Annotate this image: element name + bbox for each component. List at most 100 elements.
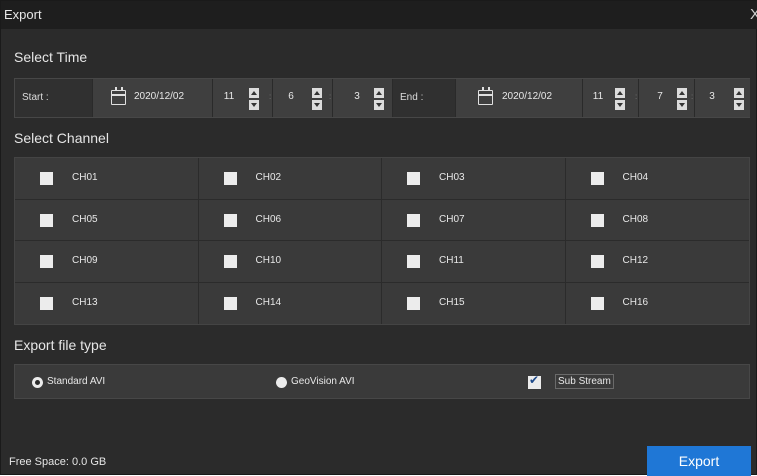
channel-checkbox[interactable] — [590, 255, 604, 268]
channel-label: CH11 — [439, 255, 464, 266]
channel-checkbox[interactable] — [407, 172, 420, 185]
channel-checkbox[interactable] — [590, 213, 604, 227]
channel-checkbox[interactable] — [407, 213, 420, 227]
channel-item[interactable]: CH07 — [382, 199, 566, 241]
channel-label: CH06 — [255, 213, 282, 225]
channel-item[interactable]: CH15 — [382, 282, 566, 324]
channel-label: CH04 — [622, 172, 649, 183]
channel-item[interactable]: CH13 — [15, 282, 199, 324]
channel-label: CH03 — [439, 172, 465, 183]
end-minute-spinner[interactable] — [677, 88, 687, 110]
start-second-value: 3 — [354, 91, 360, 102]
export-button[interactable]: Export — [647, 446, 751, 476]
time-range-row: Start : 2020/12/02 11 : 6 : 3 End : 2020… — [14, 78, 750, 118]
channel-checkbox[interactable] — [40, 213, 53, 227]
channel-checkbox[interactable] — [407, 255, 420, 268]
channel-label: CH01 — [72, 172, 98, 183]
end-minute-stepper[interactable]: : 7 — [635, 79, 695, 117]
channel-item[interactable]: CH09 — [15, 241, 199, 283]
select-time-heading: Select Time — [14, 49, 88, 65]
channel-label: CH12 — [622, 255, 649, 266]
channel-label: CH13 — [72, 296, 98, 308]
start-date-value: 2020/12/02 — [134, 91, 185, 102]
start-second-spinner[interactable] — [374, 88, 384, 110]
end-date-picker[interactable]: 2020/12/02 — [455, 79, 583, 117]
channel-checkbox[interactable] — [590, 172, 604, 185]
geovision-avi-radio[interactable] — [276, 377, 287, 388]
channel-checkbox[interactable] — [40, 296, 53, 310]
channel-item[interactable]: CH01 — [15, 158, 199, 200]
start-minute-stepper[interactable]: : 6 — [269, 79, 333, 117]
channel-checkbox[interactable] — [223, 296, 237, 310]
channel-label: CH09 — [72, 255, 98, 266]
arrow-down-icon[interactable] — [249, 100, 259, 110]
calendar-icon — [111, 87, 126, 105]
end-minute-value: 7 — [657, 91, 663, 102]
channel-item[interactable]: CH12 — [565, 241, 749, 283]
channel-label: CH15 — [439, 296, 465, 308]
start-hour-stepper[interactable]: 11 — [213, 79, 273, 117]
channel-checkbox[interactable] — [590, 296, 604, 310]
arrow-down-icon[interactable] — [677, 100, 687, 110]
sub-stream-checkbox[interactable]: ✔ — [528, 373, 541, 389]
time-separator: : — [635, 92, 638, 101]
channel-item[interactable]: CH02 — [198, 158, 382, 200]
sub-stream-label: Sub Stream — [555, 374, 614, 389]
arrow-up-icon[interactable] — [677, 88, 687, 98]
arrow-up-icon[interactable] — [374, 88, 384, 98]
calendar-icon — [478, 87, 493, 105]
arrow-down-icon[interactable] — [374, 100, 384, 110]
export-type-row: Standard AVI GeoVision AVI ✔ Sub Stream — [14, 364, 750, 399]
channel-item[interactable]: CH14 — [198, 282, 382, 324]
channel-item[interactable]: CH16 — [565, 282, 749, 324]
channel-label: CH10 — [255, 255, 282, 266]
export-type-heading: Export file type — [14, 337, 107, 353]
arrow-up-icon[interactable] — [249, 88, 259, 98]
select-channel-heading: Select Channel — [14, 130, 109, 146]
channel-checkbox[interactable] — [40, 172, 53, 185]
channel-item[interactable]: CH11 — [382, 241, 566, 283]
channel-label: CH16 — [622, 296, 649, 308]
channel-item[interactable]: CH10 — [198, 241, 382, 283]
geovision-avi-label: GeoVision AVI — [291, 376, 355, 387]
end-second-stepper[interactable]: : 3 — [691, 79, 750, 117]
time-separator: : — [269, 92, 272, 101]
channel-grid: CH01 CH02 CH03 CH04 CH05 CH06 CH07 CH08 … — [14, 157, 750, 325]
time-separator: : — [329, 92, 332, 101]
end-hour-spinner[interactable] — [615, 88, 625, 110]
export-dialog: Export X Select Time Start : 2020/12/02 … — [0, 0, 757, 476]
close-icon[interactable]: X — [750, 6, 757, 23]
channel-item[interactable]: CH06 — [198, 199, 382, 241]
channel-item[interactable]: CH03 — [382, 158, 566, 200]
arrow-up-icon[interactable] — [615, 88, 625, 98]
arrow-up-icon[interactable] — [734, 88, 744, 98]
arrow-up-icon[interactable] — [312, 88, 322, 98]
end-hour-value: 11 — [592, 91, 604, 102]
start-hour-value: 11 — [223, 91, 235, 102]
channel-checkbox[interactable] — [407, 296, 420, 310]
standard-avi-label: Standard AVI — [47, 376, 106, 387]
arrow-down-icon[interactable] — [734, 100, 744, 110]
dialog-title: Export — [4, 7, 42, 22]
channel-checkbox[interactable] — [223, 255, 237, 268]
channel-label: CH05 — [72, 213, 98, 225]
channel-item[interactable]: CH08 — [565, 199, 749, 241]
channel-checkbox[interactable] — [223, 172, 237, 185]
arrow-down-icon[interactable] — [615, 100, 625, 110]
time-separator: : — [691, 92, 694, 101]
channel-checkbox[interactable] — [40, 255, 53, 268]
end-hour-stepper[interactable]: 11 — [583, 79, 639, 117]
end-second-spinner[interactable] — [734, 88, 744, 110]
start-date-picker[interactable]: 2020/12/02 — [92, 79, 213, 117]
standard-avi-radio[interactable] — [32, 377, 43, 388]
channel-checkbox[interactable] — [223, 213, 237, 227]
start-hour-spinner[interactable] — [249, 88, 259, 110]
channel-label: CH02 — [255, 172, 282, 183]
channel-label: CH08 — [622, 213, 649, 225]
start-second-stepper[interactable]: : 3 — [329, 79, 393, 117]
start-minute-spinner[interactable] — [312, 88, 322, 110]
arrow-down-icon[interactable] — [312, 100, 322, 110]
channel-item[interactable]: CH05 — [15, 199, 199, 241]
channel-item[interactable]: CH04 — [565, 158, 749, 200]
channel-label: CH07 — [439, 213, 465, 225]
